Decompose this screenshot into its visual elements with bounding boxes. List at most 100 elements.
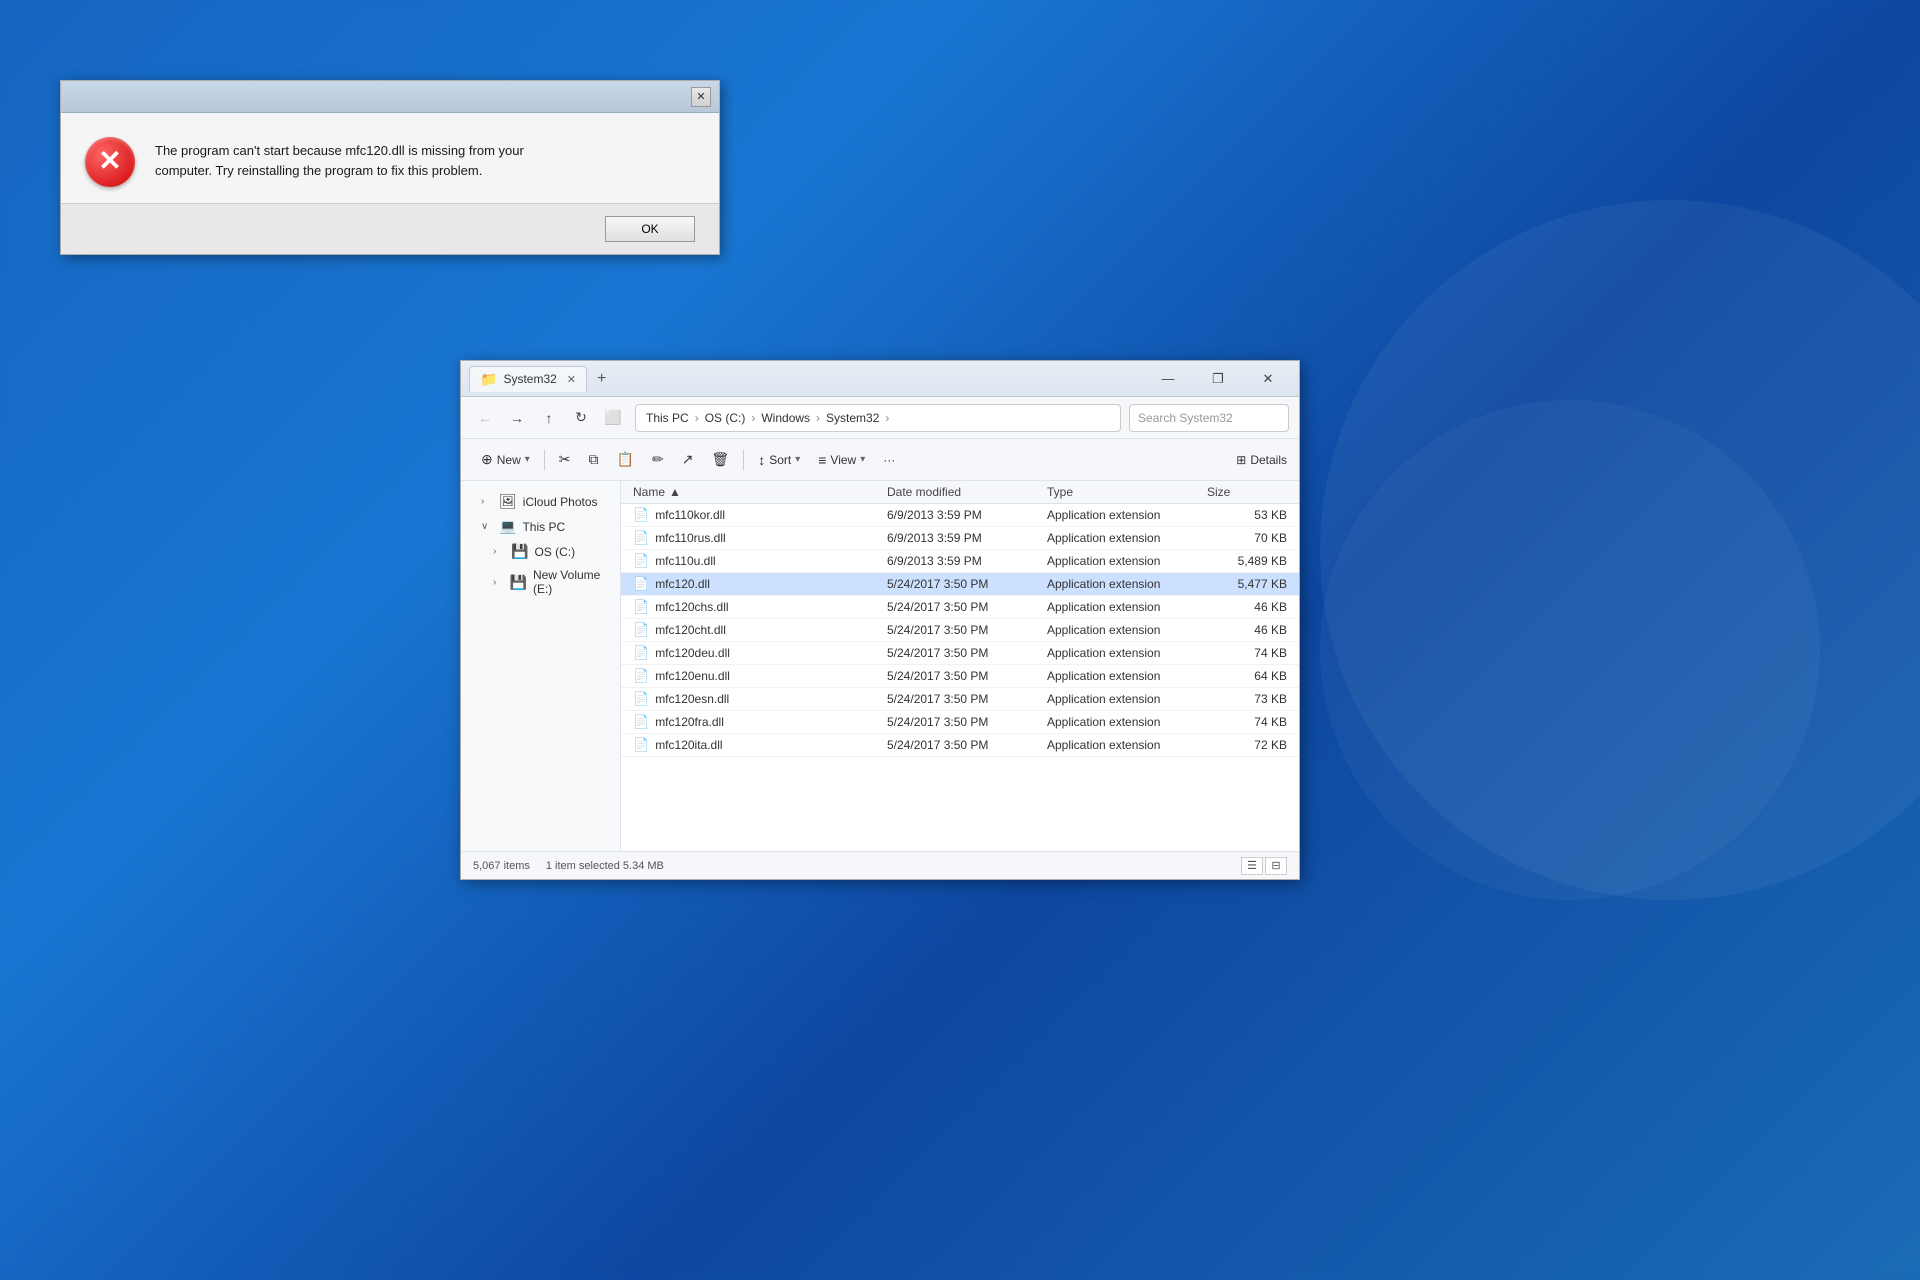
address-sep-2: ›: [751, 411, 755, 425]
error-dialog-body: ✕ The program can't start because mfc120…: [61, 113, 719, 203]
sort-button[interactable]: ↕ Sort ▾: [750, 445, 808, 475]
table-row[interactable]: 📄 mfc120enu.dll 5/24/2017 3:50 PM Applic…: [621, 665, 1299, 688]
view-toggle: ☰ ⊟: [1241, 857, 1287, 875]
file-name: mfc120esn.dll: [655, 692, 729, 706]
file-name: mfc120deu.dll: [655, 646, 730, 660]
file-icon: 📄: [633, 599, 649, 615]
file-name-cell: 📄 mfc110u.dll: [633, 553, 887, 569]
error-dialog-footer: OK: [61, 203, 719, 254]
error-message: The program can't start because mfc120.d…: [155, 137, 524, 180]
explorer-main: › 🖼 iCloud Photos ∨ 💻 This PC › 💾 OS (C:…: [461, 481, 1299, 851]
address-sep-3: ›: [816, 411, 820, 425]
forward-button[interactable]: →: [503, 404, 531, 432]
error-icon: ✕: [85, 137, 135, 187]
view-list-button[interactable]: ☰: [1241, 857, 1263, 875]
separator-1: [544, 450, 545, 470]
view-detail-button[interactable]: ⊟: [1265, 857, 1287, 875]
table-row[interactable]: 📄 mfc120ita.dll 5/24/2017 3:50 PM Applic…: [621, 734, 1299, 757]
drive-e-icon: 💾: [510, 574, 527, 591]
close-button[interactable]: ✕: [1245, 363, 1291, 395]
folder-view-button[interactable]: ⬜: [599, 404, 627, 432]
separator-2: [743, 450, 744, 470]
view-button[interactable]: ≡ View ▾: [810, 445, 873, 475]
rename-button[interactable]: ✏: [644, 445, 672, 475]
minimize-button[interactable]: —: [1145, 363, 1191, 395]
search-placeholder: Search System32: [1138, 411, 1233, 425]
error-dialog-close-button[interactable]: ✕: [691, 87, 711, 107]
sidebar-item-icloud-photos[interactable]: › 🖼 iCloud Photos: [461, 489, 620, 514]
file-size: 74 KB: [1207, 715, 1287, 729]
file-name: mfc110kor.dll: [655, 508, 725, 522]
file-name-cell: 📄 mfc120ita.dll: [633, 737, 887, 753]
refresh-button[interactable]: ↻: [567, 404, 595, 432]
explorer-tab-system32[interactable]: 📁 System32 ✕: [469, 366, 587, 392]
sidebar-item-os-c[interactable]: › 💾 OS (C:): [461, 539, 620, 564]
file-size: 73 KB: [1207, 692, 1287, 706]
tab-add-button[interactable]: +: [593, 370, 610, 388]
column-type[interactable]: Type: [1047, 485, 1207, 499]
delete-button[interactable]: 🗑: [703, 445, 737, 475]
address-bar[interactable]: This PC › OS (C:) › Windows › System32 ›: [635, 404, 1121, 432]
error-dialog: ✕ ✕ The program can't start because mfc1…: [60, 80, 720, 255]
table-row[interactable]: 📄 mfc120cht.dll 5/24/2017 3:50 PM Applic…: [621, 619, 1299, 642]
details-button[interactable]: ⊞ Details: [1236, 453, 1287, 467]
new-button[interactable]: ⊕ New ▾: [473, 445, 538, 475]
file-date: 6/9/2013 3:59 PM: [887, 554, 1047, 568]
search-box[interactable]: Search System32: [1129, 404, 1289, 432]
file-date: 5/24/2017 3:50 PM: [887, 646, 1047, 660]
sidebar-item-new-volume[interactable]: › 💾 New Volume (E:): [461, 564, 620, 600]
view-icon: ≡: [818, 452, 826, 468]
column-name[interactable]: Name ▲: [633, 485, 887, 499]
file-size: 53 KB: [1207, 508, 1287, 522]
file-type: Application extension: [1047, 692, 1207, 706]
table-row[interactable]: 📄 mfc110rus.dll 6/9/2013 3:59 PM Applica…: [621, 527, 1299, 550]
explorer-toolbar: ← → ↑ ↻ ⬜ This PC › OS (C:) › Windows › …: [461, 397, 1299, 439]
view-label: View: [830, 453, 856, 467]
table-row[interactable]: 📄 mfc120chs.dll 5/24/2017 3:50 PM Applic…: [621, 596, 1299, 619]
table-row[interactable]: 📄 mfc120esn.dll 5/24/2017 3:50 PM Applic…: [621, 688, 1299, 711]
file-name-cell: 📄 mfc120cht.dll: [633, 622, 887, 638]
file-name-cell: 📄 mfc120fra.dll: [633, 714, 887, 730]
back-button[interactable]: ←: [471, 404, 499, 432]
error-dialog-titlebar: ✕: [61, 81, 719, 113]
column-date-modified[interactable]: Date modified: [887, 485, 1047, 499]
sidebar-item-this-pc[interactable]: ∨ 💻 This PC: [461, 514, 620, 539]
file-type: Application extension: [1047, 531, 1207, 545]
column-size[interactable]: Size: [1207, 485, 1287, 499]
share-button[interactable]: ↗: [674, 445, 702, 475]
file-name: mfc110u.dll: [655, 554, 715, 568]
explorer-commandbar: ⊕ New ▾ ✂ ⧉ 📋 ✏ ↗ 🗑 ↕ Sort ▾ ≡: [461, 439, 1299, 481]
file-date: 6/9/2013 3:59 PM: [887, 508, 1047, 522]
file-type: Application extension: [1047, 738, 1207, 752]
file-date: 5/24/2017 3:50 PM: [887, 669, 1047, 683]
copy-button[interactable]: ⧉: [581, 445, 607, 475]
more-button[interactable]: ···: [875, 445, 903, 475]
error-message-line2: computer. Try reinstalling the program t…: [155, 163, 482, 178]
explorer-window: 📁 System32 ✕ + — ❐ ✕ ← → ↑ ↻ ⬜ This PC ›…: [460, 360, 1300, 880]
error-x-symbol: ✕: [98, 147, 121, 175]
paste-button[interactable]: 📋: [609, 445, 642, 475]
file-name: mfc120ita.dll: [655, 738, 722, 752]
explorer-tab-label: System32: [503, 372, 556, 386]
expand-icon-thispc: ∨: [481, 521, 493, 532]
pc-icon: 💻: [499, 518, 516, 535]
details-label: Details: [1250, 453, 1287, 467]
file-size: 5,489 KB: [1207, 554, 1287, 568]
file-rows-container: 📄 mfc110kor.dll 6/9/2013 3:59 PM Applica…: [621, 504, 1299, 757]
paste-icon: 📋: [617, 451, 634, 468]
tab-close-button[interactable]: ✕: [567, 373, 576, 386]
table-row[interactable]: 📄 mfc120.dll 5/24/2017 3:50 PM Applicati…: [621, 573, 1299, 596]
share-icon: ↗: [682, 451, 694, 468]
restore-button[interactable]: ❐: [1195, 363, 1241, 395]
delete-icon: 🗑: [711, 451, 729, 468]
table-row[interactable]: 📄 mfc120deu.dll 5/24/2017 3:50 PM Applic…: [621, 642, 1299, 665]
up-button[interactable]: ↑: [535, 404, 563, 432]
file-icon: 📄: [633, 553, 649, 569]
cut-button[interactable]: ✂: [551, 445, 579, 475]
expand-icon-newvol: ›: [493, 577, 504, 588]
file-type: Application extension: [1047, 669, 1207, 683]
table-row[interactable]: 📄 mfc110kor.dll 6/9/2013 3:59 PM Applica…: [621, 504, 1299, 527]
ok-button[interactable]: OK: [605, 216, 695, 242]
table-row[interactable]: 📄 mfc110u.dll 6/9/2013 3:59 PM Applicati…: [621, 550, 1299, 573]
table-row[interactable]: 📄 mfc120fra.dll 5/24/2017 3:50 PM Applic…: [621, 711, 1299, 734]
